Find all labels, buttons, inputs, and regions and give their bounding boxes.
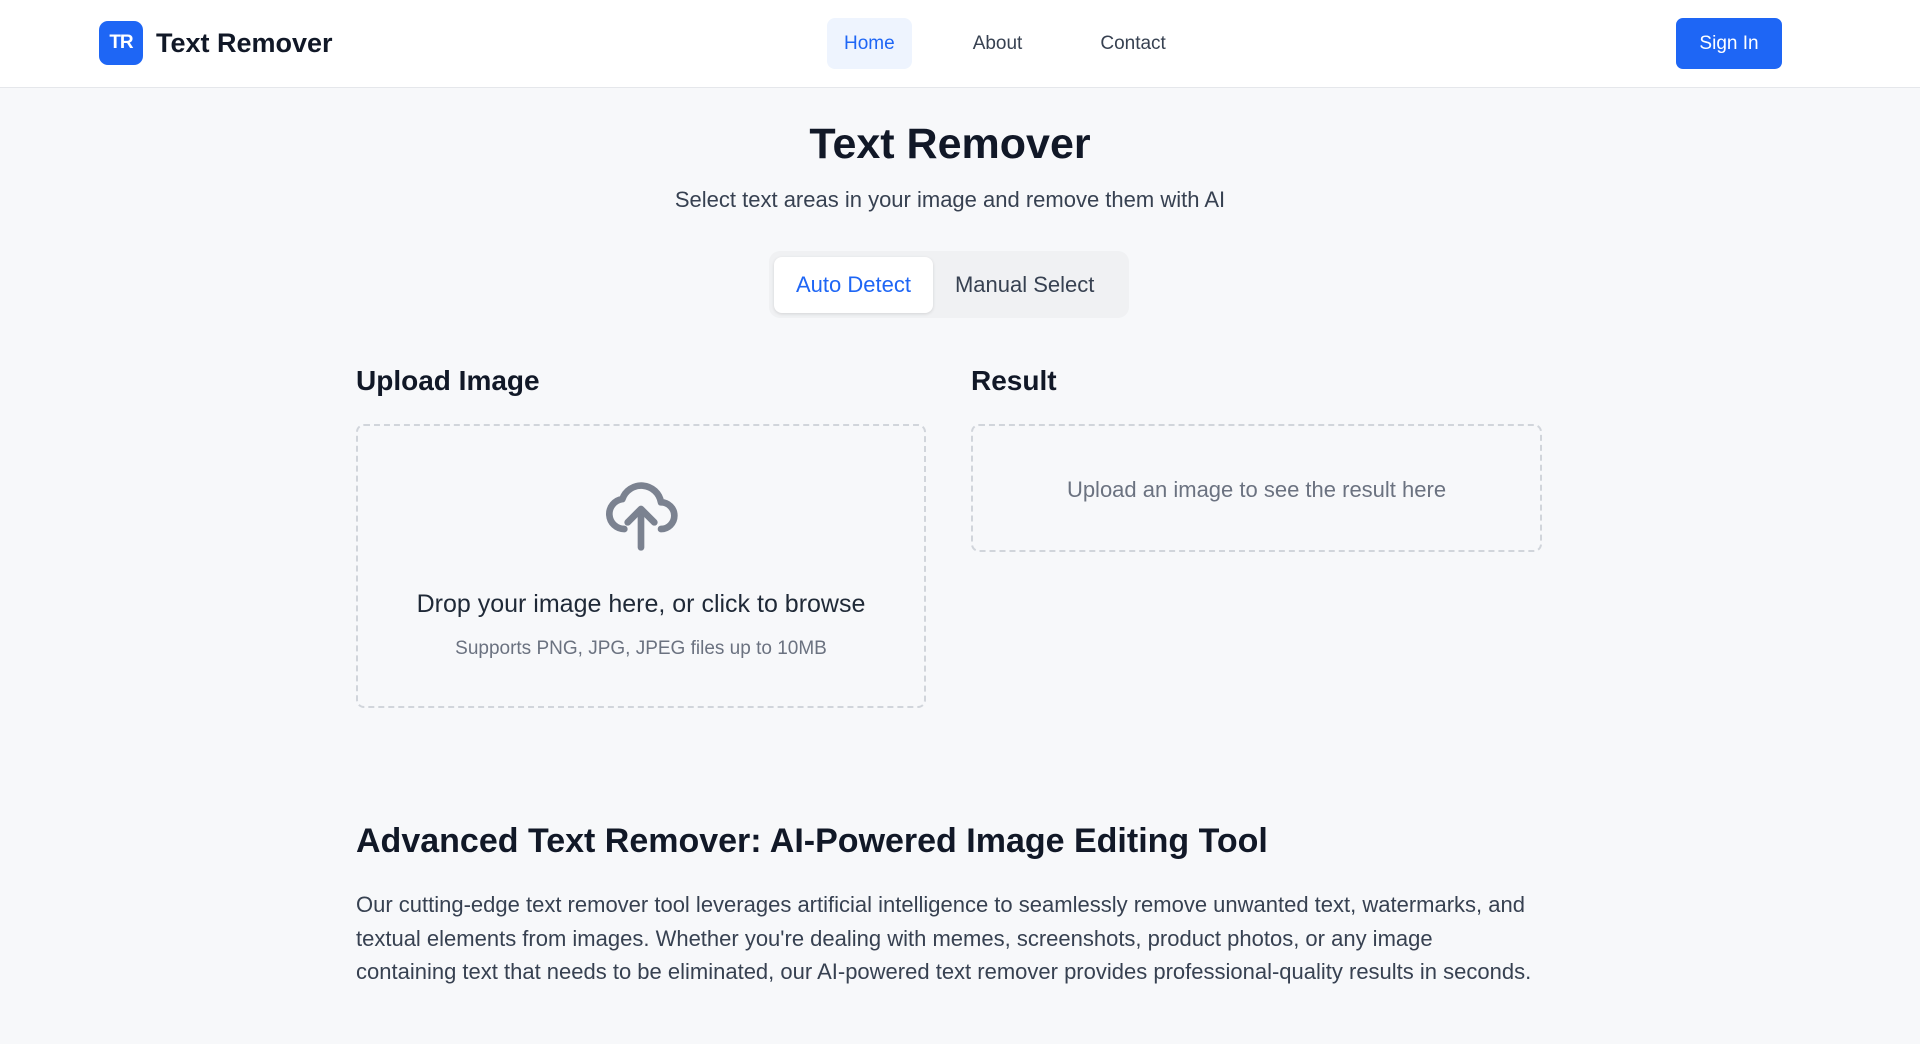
top-header: TR Text Remover Home About Contact Sign …	[0, 0, 1920, 88]
article-heading: Advanced Text Remover: AI-Powered Image …	[356, 822, 1268, 860]
image-dropzone[interactable]: Drop your image here, or click to browse…	[356, 424, 926, 708]
brand[interactable]: TR Text Remover	[99, 21, 333, 65]
nav-item-contact[interactable]: Contact	[1083, 18, 1182, 69]
article-paragraph: Our cutting-edge text remover tool lever…	[356, 892, 1532, 984]
nav-item-about[interactable]: About	[956, 18, 1040, 69]
brand-name: Text Remover	[156, 27, 333, 58]
brand-logo: TR	[99, 21, 143, 65]
page-title: Text Remover	[809, 120, 1091, 168]
auto-detect-tab[interactable]: Auto Detect	[774, 256, 933, 313]
cloud-upload-icon	[606, 482, 678, 551]
sign-in-button[interactable]: Sign In	[1676, 18, 1782, 69]
nav-item-home[interactable]: Home	[827, 18, 912, 69]
mode-toggle: Auto Detect Manual Select	[769, 251, 1129, 318]
result-preview: Upload an image to see the result here	[971, 424, 1542, 552]
dropzone-text: Drop your image here, or click to browse	[416, 590, 866, 618]
manual-select-tab[interactable]: Manual Select	[933, 257, 1116, 313]
result-placeholder: Upload an image to see the result here	[1066, 477, 1447, 502]
dropzone-hint: Supports PNG, JPG, JPEG files up to 10MB	[455, 638, 827, 659]
upload-panel-title: Upload Image	[356, 365, 540, 396]
result-panel-title: Result	[971, 365, 1057, 396]
main-nav: Home About Contact	[827, 18, 1227, 69]
page-subtitle: Select text areas in your image and remo…	[674, 187, 1226, 212]
